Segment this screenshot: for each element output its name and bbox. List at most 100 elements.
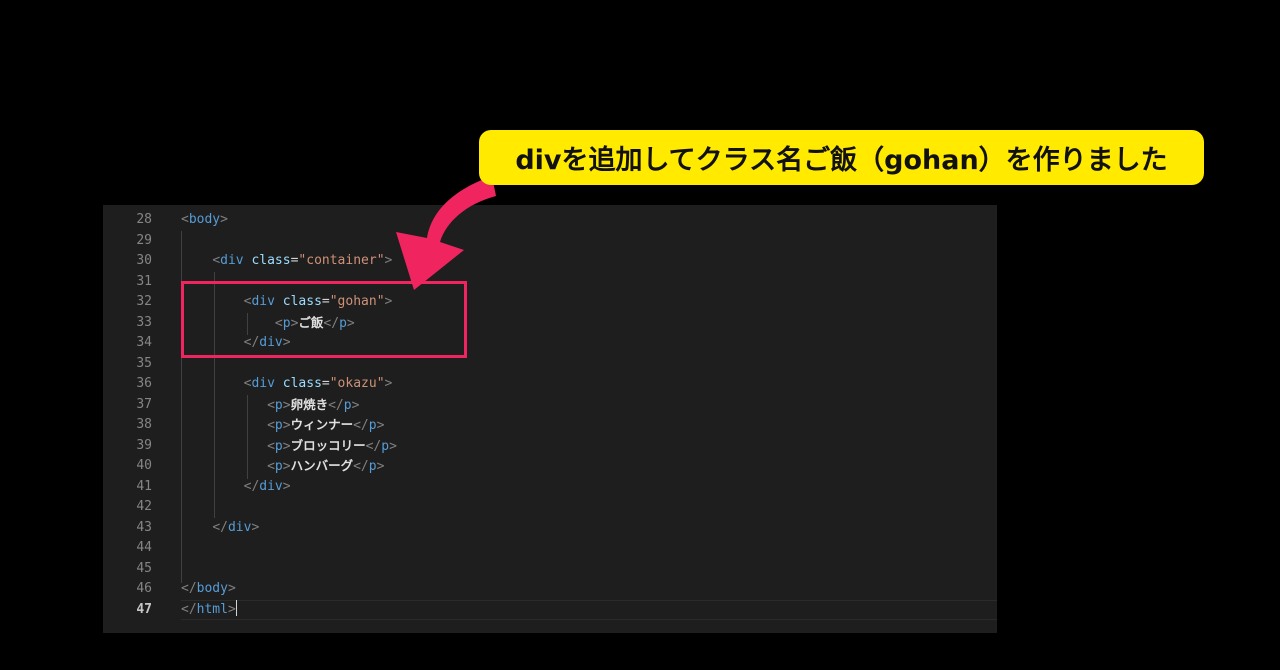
code-token: p [368, 418, 377, 433]
code-token: < [181, 212, 189, 227]
code-token: </ [181, 581, 197, 596]
code-line[interactable]: 28 <body> [103, 210, 997, 231]
line-code: </div> [181, 477, 291, 498]
code-token: </ [181, 601, 197, 617]
code-line[interactable]: 44 [103, 538, 997, 559]
code-token: < [212, 253, 221, 268]
line-number: 46 [136, 581, 152, 596]
code-token: </ [365, 438, 382, 454]
code-token: > [220, 212, 228, 227]
code-token: "container" [298, 253, 385, 268]
code-line[interactable]: 38 <p>ウィンナー</p> [103, 415, 997, 436]
code-token: > [384, 376, 393, 391]
code-line[interactable]: 41 </div> [103, 477, 997, 498]
line-number: 40 [136, 458, 152, 473]
code-line[interactable]: 29 [103, 231, 997, 252]
line-code: </div> [181, 518, 259, 539]
code-token: > [282, 397, 291, 413]
code-token: body [188, 212, 221, 227]
code-token: </ [353, 459, 369, 474]
line-number: 30 [136, 253, 152, 268]
code-token: </ [353, 418, 369, 433]
line-number: 33 [136, 314, 152, 330]
screenshot-stage: 28 <body> 29 30 <div class="container"> 31 32… [0, 0, 1280, 670]
code-line[interactable]: 40 <p>ハンバーグ</p> [103, 456, 997, 477]
code-line[interactable]: 39 <p>ブロッコリー</p> [103, 436, 997, 457]
code-token: ウィンナー [290, 417, 354, 432]
code-token: "okazu" [329, 376, 385, 391]
code-line[interactable]: 43 </div> [103, 518, 997, 539]
code-token: div [227, 519, 252, 535]
code-token: class [251, 253, 291, 268]
code-token: class [282, 376, 322, 391]
code-token: p [274, 397, 283, 413]
line-number: 39 [136, 437, 152, 453]
line-code: <div class="container"> [181, 251, 392, 272]
line-number: 44 [136, 540, 152, 555]
code-line[interactable]: 37 <p>卵焼き</p> [103, 395, 997, 416]
code-line[interactable]: 36 <div class="okazu"> [103, 374, 997, 395]
code-token: div [259, 478, 283, 494]
line-number: 29 [136, 232, 152, 248]
text-cursor [235, 599, 237, 616]
line-number: 41 [136, 478, 152, 494]
code-line[interactable]: 47 </html> [103, 599, 997, 621]
code-token: > [376, 459, 385, 474]
line-code: </body> [181, 579, 236, 600]
code-token: > [389, 438, 397, 454]
line-code: <p>ブロッコリー</p> [181, 436, 397, 458]
code-token: > [227, 601, 236, 617]
line-number: 36 [136, 376, 152, 391]
code-token: < [267, 459, 275, 474]
code-token: body [196, 581, 228, 596]
line-number: 45 [136, 560, 152, 576]
code-token: < [267, 438, 275, 454]
code-line[interactable]: 46 </body> [103, 579, 997, 600]
line-code: <body> [181, 210, 228, 231]
code-token: div [251, 376, 275, 391]
code-token: div [220, 253, 244, 268]
line-number: 38 [136, 417, 152, 432]
line-number: 37 [136, 396, 152, 412]
code-line[interactable]: 45 [103, 559, 997, 580]
code-token: < [267, 397, 275, 413]
line-number: 42 [136, 499, 152, 514]
code-token: > [282, 418, 291, 433]
code-token: p [343, 397, 352, 413]
code-token: </ [328, 397, 344, 413]
code-token: > [227, 581, 236, 596]
code-token: > [282, 478, 291, 494]
code-token: > [384, 253, 393, 268]
line-code: <div class="okazu"> [181, 374, 393, 395]
code-token: p [274, 459, 283, 474]
code-line[interactable]: 42 [103, 497, 997, 518]
line-code: <p>ウィンナー</p> [181, 415, 384, 437]
code-token: < [267, 418, 275, 433]
code-token: > [351, 397, 360, 413]
line-code: </html> [181, 599, 237, 621]
line-code: <p>ハンバーグ</p> [181, 456, 384, 478]
code-editor[interactable]: 28 <body> 29 30 <div class="container"> 31 32… [103, 205, 997, 633]
code-line[interactable]: 30 <div class="container"> [103, 251, 997, 272]
code-token: > [376, 418, 385, 433]
callout-label: divを追加してクラス名ご飯（gohan）を作りました [479, 130, 1204, 185]
line-code: <p>卵焼き</p> [181, 395, 359, 417]
code-token: > [282, 438, 291, 454]
code-token: html [196, 601, 228, 617]
code-token: > [251, 519, 260, 535]
code-token: p [381, 438, 390, 454]
code-token: ハンバーグ [290, 458, 354, 473]
line-number: 32 [136, 294, 152, 309]
line-number: 47 [136, 601, 152, 617]
highlight-box [181, 281, 467, 358]
code-token: > [282, 459, 291, 474]
code-token: </ [212, 519, 228, 535]
